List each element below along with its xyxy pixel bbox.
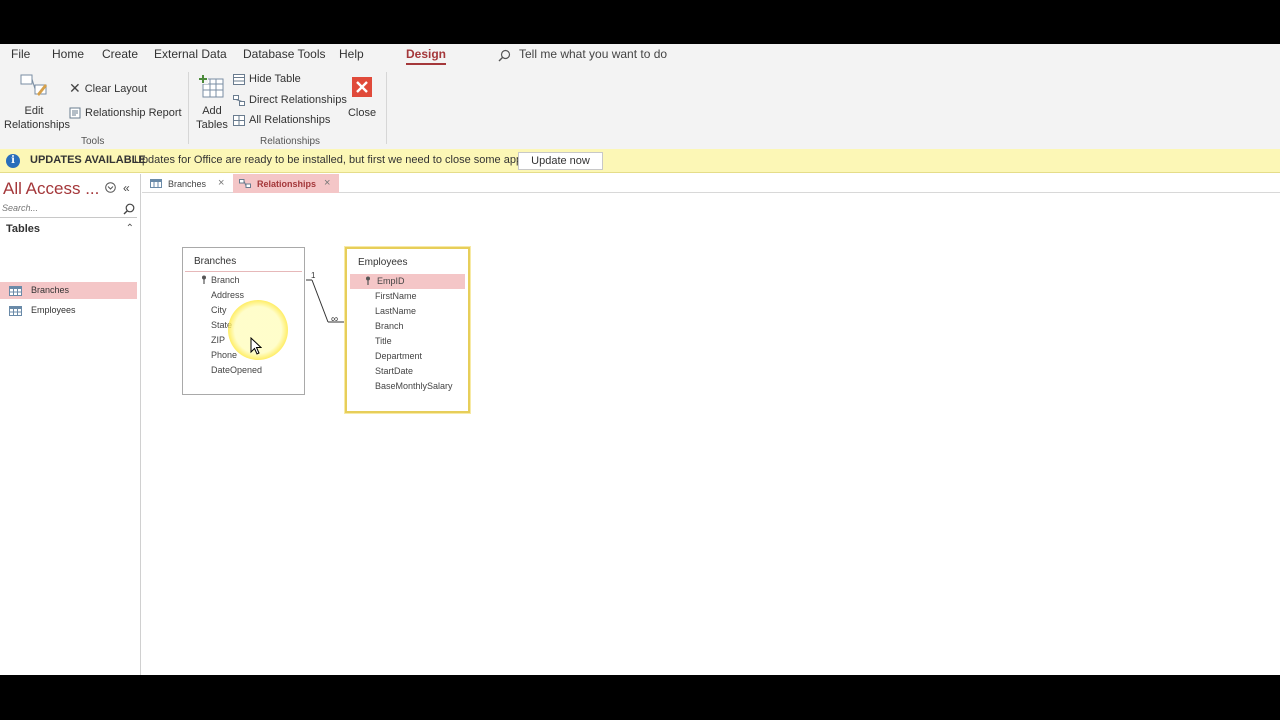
- relationship-one-label: 1: [311, 271, 316, 280]
- title-divider: [185, 271, 302, 272]
- chevron-up-icon: ⌃: [125, 223, 134, 234]
- tab-label: Branches: [168, 179, 207, 189]
- field-city[interactable]: City: [211, 303, 227, 318]
- field-first-name[interactable]: FirstName: [375, 289, 417, 304]
- hide-table-label: Hide Table: [249, 73, 301, 85]
- mouse-pointer-icon: [250, 337, 262, 355]
- hide-table-icon: [233, 73, 245, 85]
- report-icon: [69, 107, 81, 119]
- tab-relationships[interactable]: Relationships ×: [233, 174, 339, 193]
- ribbon: Edit Relationships ✕ Clear Layout Relati…: [0, 66, 1280, 149]
- ribbon-separator: [386, 72, 387, 144]
- field-branch[interactable]: Branch: [375, 319, 404, 334]
- relationship-line[interactable]: [302, 269, 347, 329]
- field-last-name[interactable]: LastName: [375, 304, 416, 319]
- clear-x-icon: ✕: [69, 80, 81, 96]
- menu-bar: File Home Create External Data Database …: [0, 44, 1280, 66]
- menu-external-data[interactable]: External Data: [154, 47, 227, 61]
- clear-layout-label: Clear Layout: [84, 82, 148, 95]
- relationship-report-label: Relationship Report: [85, 107, 182, 119]
- edit-relationships-label-1: Edit: [24, 105, 44, 117]
- update-message: Updates for Office are ready to be insta…: [134, 154, 531, 166]
- add-tables-button[interactable]: Add Tables: [194, 72, 230, 132]
- relationships-icon: [239, 179, 251, 188]
- collapse-pane-icon[interactable]: «: [123, 181, 130, 195]
- field-phone[interactable]: Phone: [211, 348, 237, 363]
- close-relationships-button[interactable]: Close: [344, 72, 380, 120]
- nav-item-label: Branches: [31, 285, 70, 295]
- direct-relationships-icon: [233, 94, 245, 106]
- add-tables-label-2: Tables: [196, 119, 228, 131]
- relationships-canvas: 1 ∞ Branches Branch Address City State Z…: [142, 194, 1280, 675]
- nav-pane-title[interactable]: All Access ...: [3, 179, 99, 199]
- field-title[interactable]: Title: [375, 334, 392, 349]
- field-department[interactable]: Department: [375, 349, 422, 364]
- relationship-many-label: ∞: [331, 314, 339, 325]
- navigation-pane: All Access ... « Tables ⌃ Branches Emplo…: [0, 174, 141, 675]
- table-icon: [9, 286, 22, 296]
- menu-home[interactable]: Home: [52, 47, 84, 61]
- nav-item-employees[interactable]: Employees: [0, 302, 137, 319]
- primary-key-icon: [201, 275, 207, 287]
- search-icon[interactable]: [123, 203, 135, 215]
- tools-group-label: Tools: [81, 136, 105, 147]
- tab-label: Relationships: [257, 179, 317, 189]
- add-tables-label-1: Add: [202, 105, 222, 117]
- nav-search-input[interactable]: [2, 203, 117, 213]
- clear-layout-button[interactable]: ✕ Clear Layout: [69, 80, 147, 97]
- info-icon: i: [6, 154, 20, 168]
- ribbon-separator: [188, 72, 189, 144]
- lightbulb-search-icon: [498, 49, 511, 62]
- table-title: Branches: [194, 256, 237, 267]
- field-branch[interactable]: Branch: [211, 273, 240, 288]
- field-zip[interactable]: ZIP: [211, 333, 225, 348]
- direct-relationships-label: Direct Relationships: [249, 94, 347, 106]
- nav-section-tables[interactable]: Tables ⌃: [6, 223, 136, 235]
- update-title: UPDATES AVAILABLE: [30, 154, 146, 166]
- menu-file[interactable]: File: [11, 47, 30, 61]
- relationship-report-button[interactable]: Relationship Report: [69, 107, 182, 119]
- field-date-opened[interactable]: DateOpened: [211, 363, 262, 378]
- close-icon: [352, 77, 372, 97]
- tell-me-box[interactable]: Tell me what you want to do: [498, 47, 668, 62]
- menu-create[interactable]: Create: [102, 47, 138, 61]
- nav-item-label: Employees: [31, 305, 76, 315]
- tab-branches[interactable]: Branches ×: [146, 174, 232, 193]
- table-title: Employees: [358, 257, 408, 268]
- menu-database-tools[interactable]: Database Tools: [243, 47, 326, 61]
- field-start-date[interactable]: StartDate: [375, 364, 413, 379]
- all-relationships-button[interactable]: All Relationships: [233, 114, 330, 126]
- chevron-down-circle-icon[interactable]: [105, 182, 116, 193]
- menu-design[interactable]: Design: [406, 47, 447, 65]
- close-label: Close: [347, 107, 377, 119]
- primary-key-icon: [365, 276, 371, 288]
- nav-item-branches[interactable]: Branches: [0, 282, 137, 299]
- edit-relationships-icon: [20, 74, 47, 96]
- field-base-monthly-salary[interactable]: BaseMonthlySalary: [375, 379, 453, 394]
- update-bar: i UPDATES AVAILABLE Updates for Office a…: [0, 149, 1280, 173]
- add-tables-icon: [198, 74, 224, 98]
- close-tab-icon[interactable]: ×: [324, 177, 330, 189]
- table-icon: [9, 306, 22, 316]
- close-tab-icon[interactable]: ×: [218, 177, 224, 189]
- tell-me-text: Tell me what you want to do: [519, 47, 668, 61]
- relationships-group-label: Relationships: [260, 136, 321, 147]
- menu-help[interactable]: Help: [339, 47, 364, 61]
- edit-relationships-button[interactable]: Edit Relationships: [4, 72, 71, 132]
- direct-relationships-button[interactable]: Direct Relationships: [233, 94, 347, 106]
- field-address[interactable]: Address: [211, 288, 244, 303]
- access-window: File Home Create External Data Database …: [0, 44, 1280, 675]
- document-tabs: Branches × Relationships ×: [142, 174, 1280, 193]
- nav-section-label: Tables: [6, 223, 41, 235]
- update-now-button[interactable]: Update now: [518, 152, 603, 170]
- all-relationships-label: All Relationships: [249, 114, 331, 126]
- hide-table-button[interactable]: Hide Table: [233, 73, 301, 85]
- nav-search-box: [0, 202, 137, 218]
- edit-relationships-label-2: Relationships: [4, 119, 71, 131]
- employees-table-window[interactable]: Employees EmpID FirstName LastName Branc…: [345, 247, 470, 413]
- all-relationships-icon: [233, 114, 245, 126]
- table-icon: [150, 179, 162, 188]
